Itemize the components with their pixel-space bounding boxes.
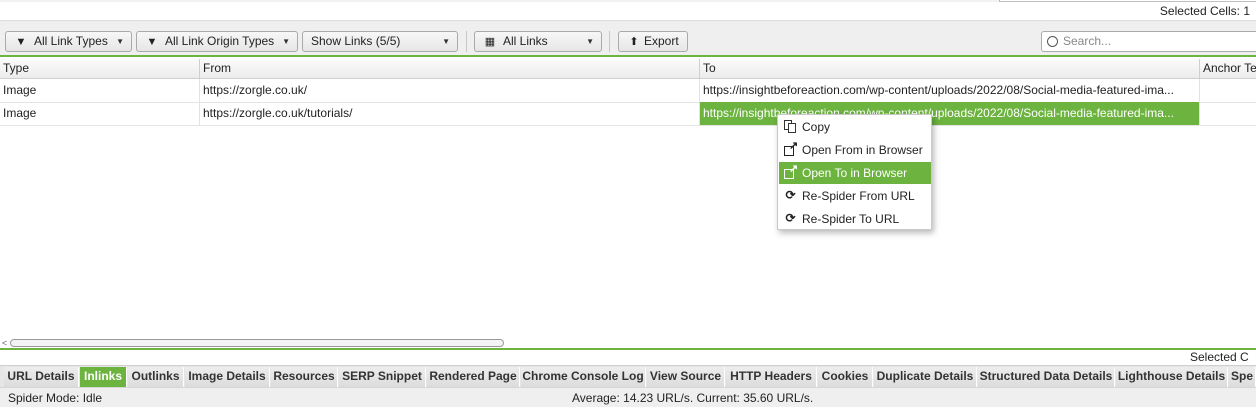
table-header: Type From To Anchor Te (0, 59, 1256, 79)
tab-lighthouse-details[interactable]: Lighthouse Details (1116, 367, 1228, 387)
context-menu: Copy ↗ Open From in Browser ↗ Open To in… (777, 114, 932, 230)
tab-chrome-console-log[interactable]: Chrome Console Log (521, 367, 646, 387)
search-placeholder: Search... (1063, 34, 1112, 48)
column-header-from[interactable]: From (200, 59, 700, 78)
status-bar: Spider Mode: Idle Average: 14.23 URL/s. … (0, 387, 1256, 407)
refresh-icon: ⟳ (785, 211, 796, 225)
chevron-down-icon: ▼ (442, 37, 450, 46)
tab-rendered-page[interactable]: Rendered Page (427, 367, 520, 387)
tab-http-headers[interactable]: HTTP Headers (726, 367, 817, 387)
upload-icon: ⬆ (629, 36, 639, 48)
menu-item-open-from-in-browser[interactable]: ↗ Open From in Browser (779, 139, 931, 161)
filter-icon: ▼ (15, 36, 27, 48)
link-types-dropdown[interactable]: ▼ All Link Types ▼ (5, 31, 132, 52)
toolbar-separator (466, 31, 467, 52)
table-empty-area (0, 127, 1256, 337)
table-row[interactable]: Image https://zorgle.co.uk/tutorials/ ht… (0, 102, 1256, 126)
link-types-label: All Link Types (34, 34, 108, 48)
show-links-dropdown[interactable]: Show Links (5/5) ▼ (302, 31, 458, 52)
tab-resources[interactable]: Resources (271, 367, 338, 387)
column-header-to[interactable]: To (700, 59, 1200, 78)
scroll-left-icon[interactable]: < (2, 337, 7, 349)
refresh-icon: ⟳ (785, 188, 796, 202)
menu-item-re-spider-to-url[interactable]: ⟳ Re-Spider To URL (779, 208, 931, 230)
link-origin-types-label: All Link Origin Types (165, 34, 275, 48)
tab-serp-snippet[interactable]: SERP Snippet (339, 367, 426, 387)
cell-anchor-text[interactable] (1200, 102, 1256, 125)
link-origin-types-dropdown[interactable]: ▼ All Link Origin Types ▼ (136, 31, 298, 52)
show-links-label: Show Links (5/5) (311, 34, 401, 48)
menu-item-copy[interactable]: Copy (779, 116, 931, 138)
inlinks-table: Type From To Anchor Te Image https://zor… (0, 59, 1256, 127)
tab-inlinks[interactable]: Inlinks (80, 367, 127, 387)
cell-type[interactable]: Image (0, 102, 200, 125)
search-input[interactable]: Search... (1041, 31, 1256, 52)
search-icon (1047, 36, 1058, 47)
selected-cells-indicator: Selected Cells: 1 (0, 2, 1256, 20)
export-label: Export (644, 34, 679, 48)
tab-cookies[interactable]: Cookies (818, 367, 873, 387)
chevron-down-icon: ▼ (116, 37, 124, 46)
crawl-speed-status: Average: 14.23 URL/s. Current: 35.60 URL… (572, 391, 814, 405)
all-links-dropdown[interactable]: ▦ All Links ▼ (474, 31, 602, 52)
menu-item-label: Re-Spider To URL (802, 212, 900, 226)
toolbar-separator (609, 31, 610, 52)
copy-icon (784, 120, 797, 133)
cell-to-selected[interactable]: https://insightbeforeaction.com/wp-conte… (700, 102, 1200, 125)
chevron-down-icon: ▼ (586, 37, 594, 46)
all-links-label: All Links (503, 34, 548, 48)
filter-toolbar: ▼ All Link Types ▼ ▼ All Link Origin Types… (0, 20, 1256, 57)
cell-from[interactable]: https://zorgle.co.uk/ (200, 79, 700, 102)
filter-icon: ▼ (146, 36, 158, 48)
cell-to[interactable]: https://insightbeforeaction.com/wp-conte… (700, 79, 1200, 102)
chevron-down-icon: ▼ (282, 37, 290, 46)
menu-item-open-to-in-browser[interactable]: ↗ Open To in Browser (779, 162, 931, 184)
selected-cells-value: 1 (1243, 4, 1250, 18)
external-link-icon: ↗ (784, 163, 798, 179)
cell-from[interactable]: https://zorgle.co.uk/tutorials/ (200, 102, 700, 125)
selected-cells-label: Selected Cells: (1159, 4, 1240, 18)
menu-item-label: Open From in Browser (802, 143, 923, 157)
tab-spelling[interactable]: Spe (1229, 367, 1256, 387)
cell-type[interactable]: Image (0, 79, 200, 102)
export-button[interactable]: ⬆ Export (618, 31, 688, 52)
tab-url-details[interactable]: URL Details (4, 367, 79, 387)
column-header-type[interactable]: Type (0, 59, 200, 78)
table-row[interactable]: Image https://zorgle.co.uk/ https://insi… (0, 79, 1256, 103)
spider-mode-status: Spider Mode: Idle (8, 391, 103, 405)
tab-structured-data-details[interactable]: Structured Data Details (978, 367, 1115, 387)
menu-item-label: Open To in Browser (802, 166, 908, 180)
detail-tabs: URL Details Inlinks Outlinks Image Detai… (0, 365, 1256, 387)
tab-duplicate-details[interactable]: Duplicate Details (874, 367, 977, 387)
scrollbar-thumb[interactable] (10, 339, 504, 347)
table-icon: ▦ (484, 36, 496, 48)
selected-cells-bottom: Selected C (1190, 350, 1249, 364)
menu-item-re-spider-from-url[interactable]: ⟳ Re-Spider From URL (779, 185, 931, 207)
external-link-icon: ↗ (784, 140, 798, 156)
tab-view-source[interactable]: View Source (647, 367, 725, 387)
column-header-anchor-text[interactable]: Anchor Te (1200, 59, 1256, 78)
menu-item-label: Re-Spider From URL (802, 189, 915, 203)
menu-item-label: Copy (802, 120, 831, 134)
horizontal-scrollbar[interactable]: < (0, 337, 1256, 350)
tab-outlinks[interactable]: Outlinks (128, 367, 184, 387)
cell-anchor-text[interactable] (1200, 79, 1256, 102)
tab-image-details[interactable]: Image Details (185, 367, 270, 387)
